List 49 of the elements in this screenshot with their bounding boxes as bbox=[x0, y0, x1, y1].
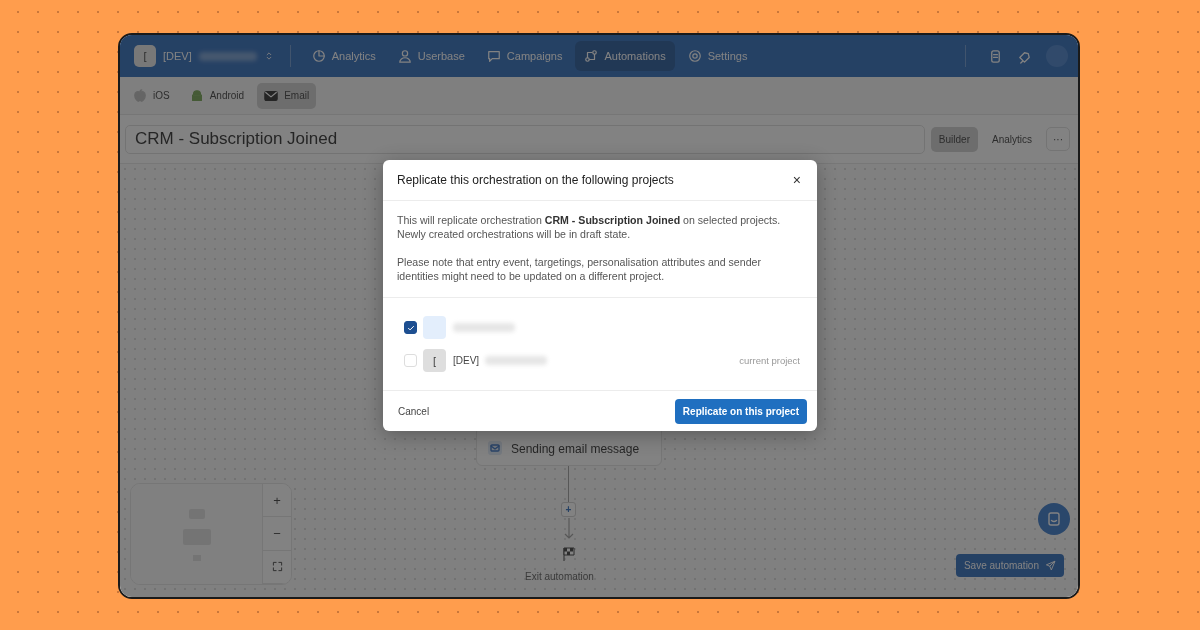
dialog-text: Please note that entry event, targetings, personalisation attributes and sender identities might need to be updated on a different project. bbox=[397, 255, 762, 283]
speech-bubble-icon bbox=[486, 49, 501, 63]
dialog-text: This will replicate orchestration CRM - Subscription Joined on selected projects. Newly created orchestrations will be in draft state. bbox=[397, 213, 782, 241]
project-switcher[interactable]: [ [DEV] bbox=[130, 41, 278, 71]
chart-icon bbox=[311, 49, 326, 63]
more-button[interactable]: ··· bbox=[1046, 127, 1070, 151]
view-tab[interactable]: Analytics bbox=[984, 126, 1040, 152]
chat-button[interactable] bbox=[1038, 503, 1070, 535]
apple-icon bbox=[133, 88, 147, 103]
envelope-icon bbox=[264, 88, 279, 103]
step-label: Sending email message bbox=[511, 442, 640, 456]
nav-tab[interactable]: Automations bbox=[575, 41, 675, 71]
connector-line bbox=[568, 466, 569, 504]
project-name: [DEV] bbox=[163, 50, 192, 62]
project-avatar bbox=[423, 316, 446, 339]
android-icon bbox=[189, 88, 204, 103]
finish-flag-icon bbox=[561, 546, 577, 562]
dialog-title: Replicate this orchestration on the following projects bbox=[397, 173, 674, 187]
title-field[interactable]: CRM - Subscription Joined bbox=[125, 124, 925, 154]
platform-tab[interactable]: Email bbox=[257, 82, 317, 109]
user-icon bbox=[397, 49, 412, 63]
checkbox[interactable] bbox=[404, 321, 417, 334]
exit-label: Exit automation bbox=[525, 571, 594, 582]
replicate-button[interactable]: Replicate on this project bbox=[674, 398, 807, 424]
nav-tab[interactable]: Campaigns bbox=[477, 41, 572, 71]
cancel-button[interactable]: Cancel bbox=[398, 405, 430, 417]
nav-tab[interactable]: Settings bbox=[678, 41, 757, 71]
add-step-button[interactable]: + bbox=[561, 502, 576, 517]
project-note: current project bbox=[739, 355, 800, 366]
project-name: [DEV] bbox=[453, 355, 480, 366]
platform-tab[interactable]: Android bbox=[182, 82, 252, 109]
close-button[interactable]: × bbox=[790, 172, 803, 188]
fullscreen-icon bbox=[271, 561, 283, 573]
project-avatar: [ bbox=[423, 349, 446, 372]
document-icon bbox=[988, 48, 1003, 64]
view-tab[interactable]: Builder bbox=[930, 126, 978, 152]
save-automation-button[interactable]: Save automation bbox=[955, 554, 1064, 577]
send-icon bbox=[1045, 560, 1056, 571]
nav-tab[interactable]: Analytics bbox=[302, 41, 385, 71]
connector-arrow bbox=[563, 518, 575, 540]
project-avatar: [ bbox=[134, 45, 156, 67]
envelope-icon bbox=[487, 440, 503, 456]
flow-icon bbox=[584, 49, 599, 63]
nav-tab[interactable]: Userbase bbox=[388, 41, 474, 71]
blurred-text bbox=[453, 323, 515, 332]
settings-icon bbox=[687, 49, 702, 63]
chat-icon bbox=[1046, 511, 1062, 527]
platform-tab[interactable]: iOS bbox=[126, 82, 177, 109]
blurred-text bbox=[485, 356, 548, 365]
